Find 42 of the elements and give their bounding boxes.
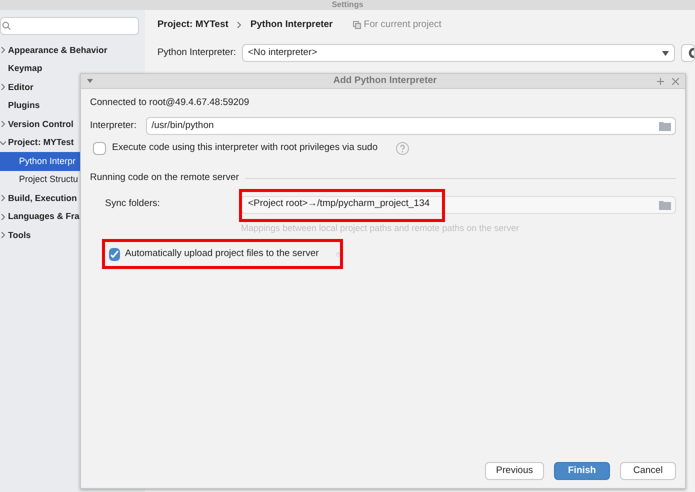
breadcrumb-item[interactable]: Python Interpreter	[250, 18, 333, 32]
checkbox-label: Execute code using this interpreter with root privileges via sudo	[112, 141, 378, 155]
tree-item[interactable]: Keymap	[0, 60, 146, 78]
chevron-right-icon[interactable]	[0, 47, 6, 54]
sync-folders-field[interactable]: <Project root>→/tmp/pycharm_project_134	[241, 196, 676, 214]
chevron-right-icon[interactable]	[0, 195, 6, 202]
search-icon	[2, 21, 12, 31]
dialog-button[interactable]: Finish	[554, 462, 610, 480]
dialog-button[interactable]: Previous	[485, 462, 544, 480]
breadcrumb-item[interactable]: Project: MYTest	[157, 18, 228, 32]
caret-icon	[662, 50, 669, 56]
search-field[interactable]	[0, 17, 140, 35]
checkbox-label: Automatically upload project files to the server	[125, 246, 319, 261]
close-icon[interactable]	[672, 78, 679, 84]
dialog-title: Add Python Interpreter	[333, 74, 437, 88]
caret-icon[interactable]	[87, 79, 93, 83]
help-icon[interactable]	[396, 142, 409, 155]
chevron-right-icon[interactable]	[0, 121, 6, 128]
folder-icon[interactable]	[659, 121, 671, 131]
chevron-right-icon[interactable]	[0, 214, 6, 220]
tree-item[interactable]: Editor	[0, 78, 146, 96]
plus-icon[interactable]	[657, 78, 664, 84]
checkbox[interactable]	[93, 142, 106, 155]
field-label: Python Interpreter:	[157, 46, 236, 60]
connection-text: Connected to root@49.4.67.48:59209	[90, 96, 250, 110]
field-label: Interpreter:	[90, 118, 136, 133]
interpreter-field[interactable]: /usr/bin/python	[146, 117, 676, 135]
copy-icon	[352, 21, 361, 30]
window-title: Settings	[332, 0, 364, 10]
scope-note: For current project	[364, 18, 442, 32]
checkbox[interactable]	[109, 248, 120, 260]
section-heading: Running code on the remote server	[90, 171, 239, 186]
chevron-right-icon[interactable]	[0, 84, 6, 90]
chevron-right-icon[interactable]	[0, 232, 6, 238]
folder-icon[interactable]	[659, 200, 671, 210]
tree-item[interactable]: Tools	[0, 226, 146, 244]
chevron-right-icon[interactable]	[236, 22, 242, 28]
chevron-down-icon[interactable]	[0, 140, 6, 146]
dialog-button[interactable]: Cancel	[620, 462, 676, 480]
tree-item[interactable]: Appearance & Behavior	[0, 41, 146, 60]
settings-button[interactable]	[681, 44, 695, 62]
interpreter-dropdown[interactable]: <No interpreter>	[242, 44, 675, 62]
